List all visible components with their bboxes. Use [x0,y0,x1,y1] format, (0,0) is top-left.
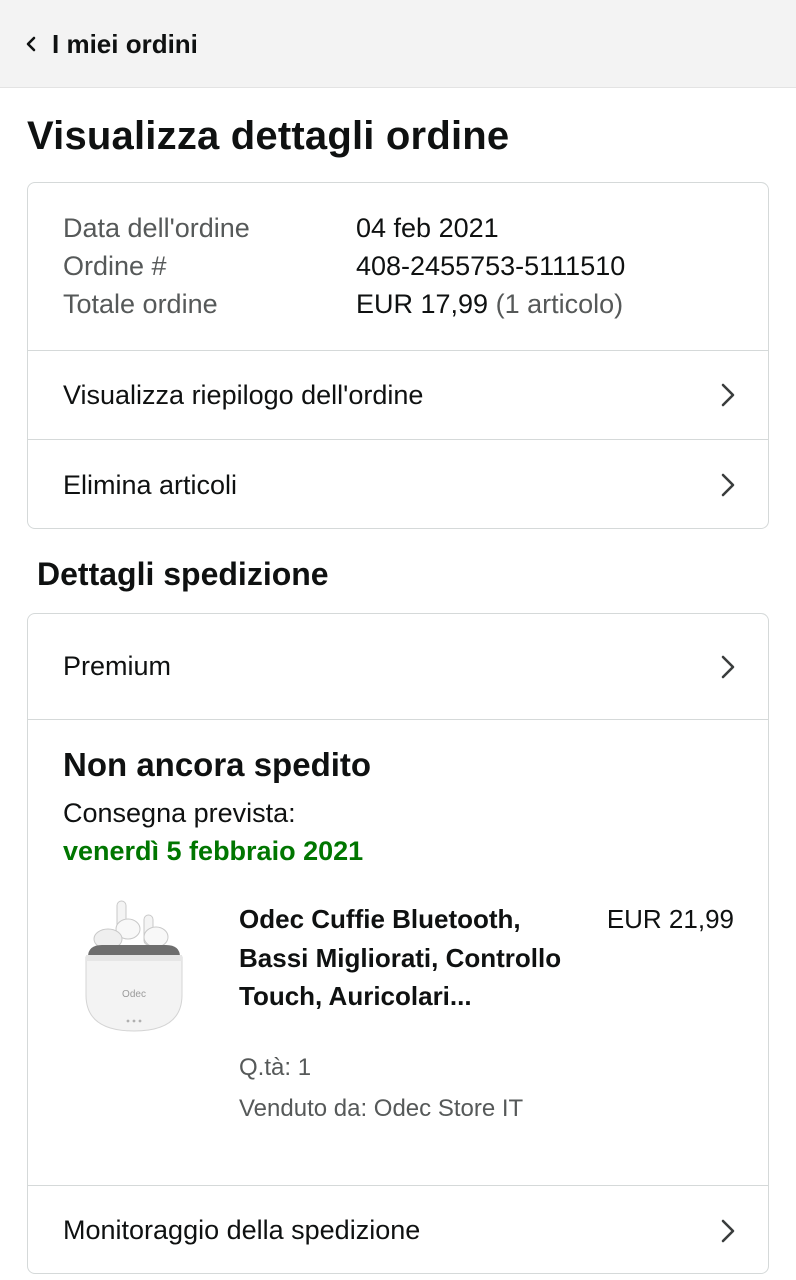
order-number-value: 408-2455753-5111510 [356,251,626,281]
expected-delivery-date: venerdì 5 febbraio 2021 [63,836,364,866]
page-title: Visualizza dettagli ordine [27,114,510,158]
chevron-right-icon [721,383,735,407]
back-to-orders-link[interactable]: I miei ordini [24,22,198,66]
order-total-amount: EUR 17,99 [356,289,489,319]
shipping-service-link[interactable]: Premium [28,614,768,719]
shipment-status: Non ancora spedito [63,746,372,783]
order-item-count: (1 articolo) [495,289,624,319]
top-bar: I miei ordini [0,0,796,88]
product-image[interactable]: Odec [78,899,190,1039]
order-date-value: 04 feb 2021 [356,213,499,243]
shipping-service-label: Premium [63,651,172,681]
view-order-summary-link[interactable]: Visualizza riepilogo dell'ordine [28,351,768,439]
delete-items-link[interactable]: Elimina articoli [28,440,768,528]
view-order-summary-label: Visualizza riepilogo dell'ordine [63,379,424,410]
product-title-link[interactable]: Odec Cuffie Bluetooth, Bassi Migliorati,… [239,900,569,1016]
product-image-brand: Odec [122,989,146,1000]
order-total-label: Totale ordine [63,289,218,319]
order-summary-card: Data dell'ordine 04 feb 2021 Ordine # 40… [27,182,769,529]
product-price: EUR 21,99 [606,904,734,934]
product-seller: Venduto da: Odec Store IT [239,1095,524,1122]
order-date-label: Data dell'ordine [63,213,250,243]
shipping-section-title: Dettagli spedizione [37,556,329,592]
order-info: Data dell'ordine 04 feb 2021 Ordine # 40… [28,183,768,351]
delete-items-label: Elimina articoli [63,469,238,500]
order-number-label: Ordine # [63,251,167,281]
chevron-right-icon [721,1219,735,1242]
chevron-right-icon [721,473,735,497]
back-link-label: I miei ordini [52,28,198,59]
expected-delivery-label: Consegna prevista: [63,798,296,828]
chevron-left-icon [26,36,36,52]
track-shipment-link[interactable]: Monitoraggio della spedizione [28,1186,768,1273]
product-quantity: Q.tà: 1 [239,1054,312,1081]
chevron-right-icon [721,655,735,678]
shipment-card: Premium Non ancora spedito Consegna prev… [27,613,769,1274]
earbuds-illustration [93,900,169,950]
divider [28,719,768,720]
track-shipment-label: Monitoraggio della spedizione [63,1215,421,1245]
order-total-value: EUR 17,99 (1 articolo) [356,286,623,322]
